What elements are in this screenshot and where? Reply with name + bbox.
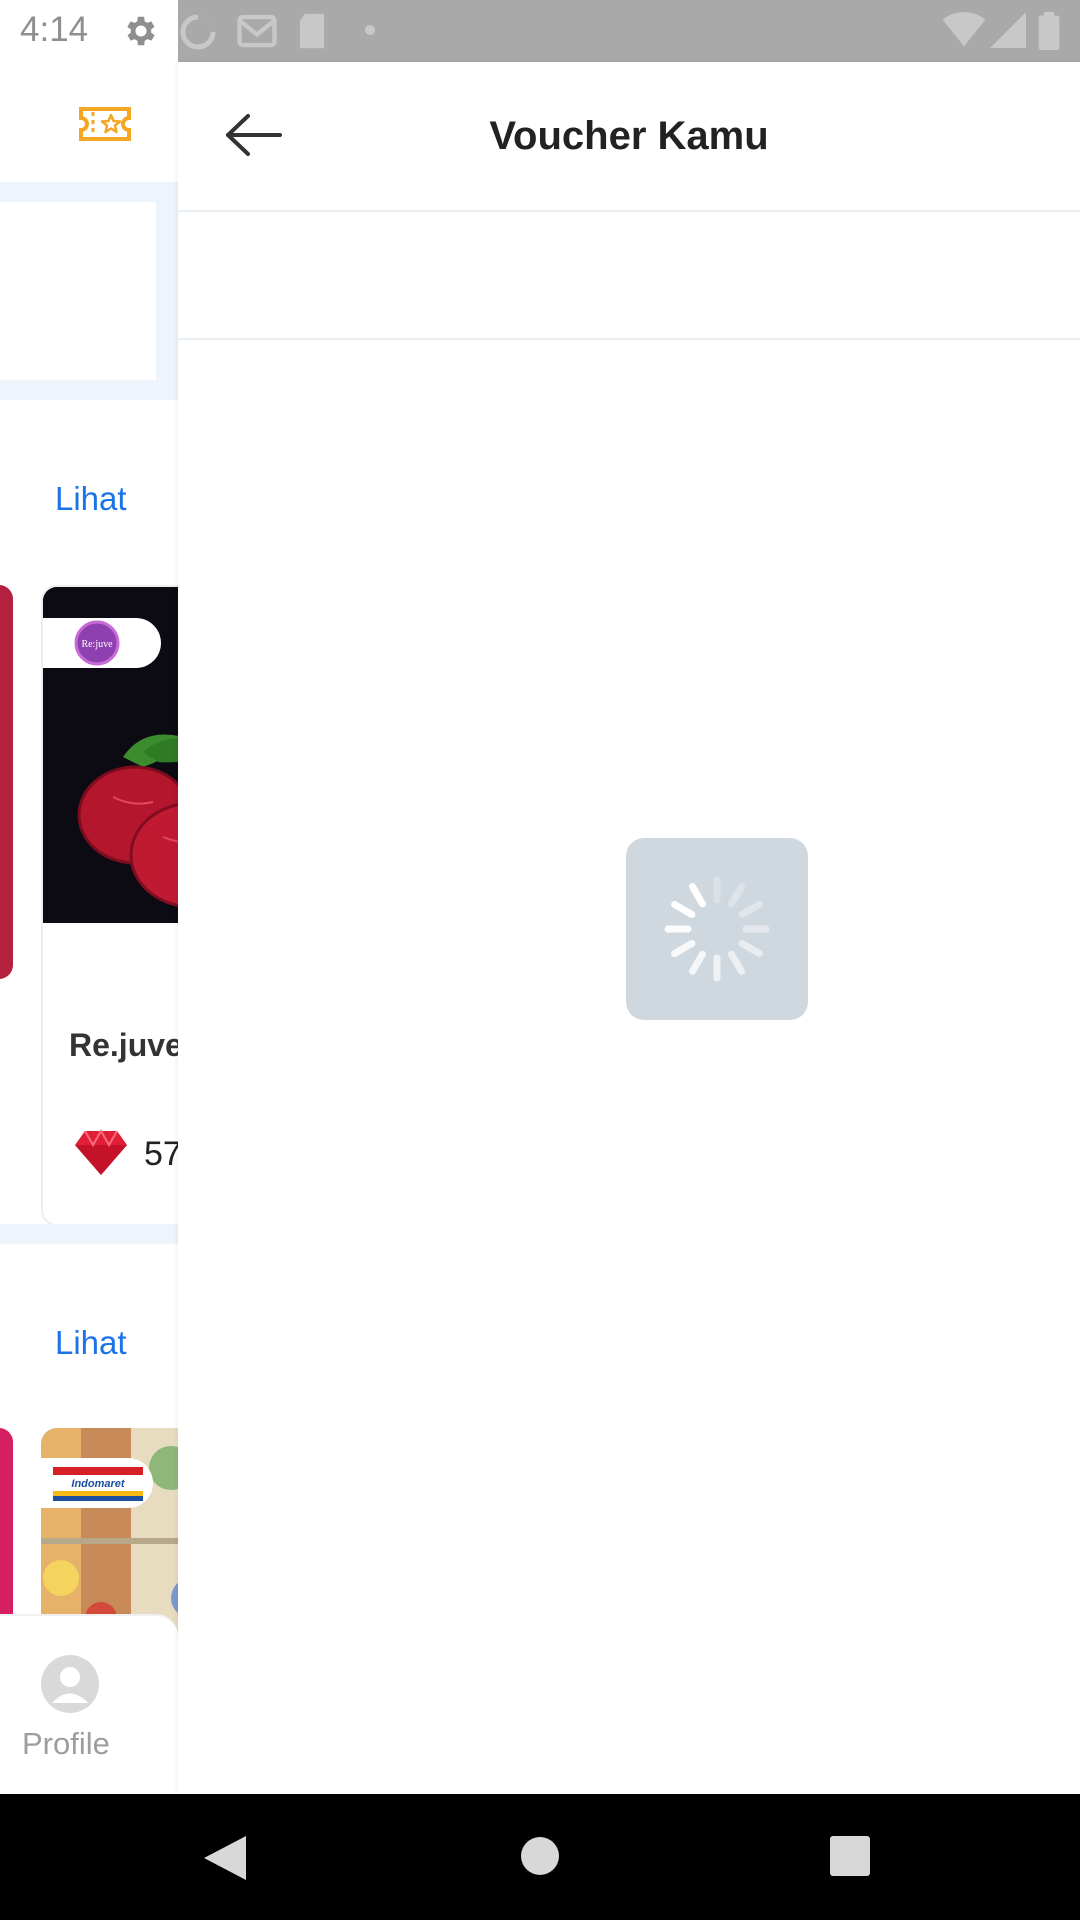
back-triangle-icon[interactable] xyxy=(202,1834,248,1882)
nav-profile-label[interactable]: Profile xyxy=(22,1726,110,1762)
background-page: Lihat Re:juve Re.juve 5 Lihat Indomaret … xyxy=(0,62,178,1794)
sync-icon xyxy=(180,14,216,50)
status-time: 4:14 xyxy=(20,10,89,49)
tab-bar xyxy=(178,212,1080,340)
gmail-icon xyxy=(237,14,277,48)
loading-indicator xyxy=(626,838,808,1020)
section-divider xyxy=(0,1224,178,1244)
brand-badge: Re:juve xyxy=(43,618,161,668)
recents-square-icon[interactable] xyxy=(830,1836,870,1876)
brand-badge: Indomaret xyxy=(41,1458,153,1508)
brand-logo-text: Re:juve xyxy=(81,639,113,650)
home-circle-icon[interactable] xyxy=(520,1836,560,1876)
ruby-icon xyxy=(75,1129,127,1175)
gear-icon xyxy=(127,16,155,46)
card-title: Re.juve xyxy=(69,1027,178,1063)
dot-icon xyxy=(365,25,375,35)
banner-card[interactable] xyxy=(0,202,156,380)
ticket-star-icon[interactable] xyxy=(78,106,132,142)
see-all-link[interactable]: Lihat xyxy=(55,480,127,518)
status-bar: 4:14 xyxy=(0,0,1080,62)
voucher-screen: Voucher Kamu xyxy=(178,62,1080,1794)
bottom-navigation: Profile xyxy=(0,1614,178,1794)
wifi-icon xyxy=(942,12,986,47)
sd-card-icon xyxy=(299,13,325,49)
brand-logo-text: Indomaret xyxy=(71,1478,126,1490)
rejuve-logo: Re:juve xyxy=(74,620,120,666)
page-title: Voucher Kamu xyxy=(489,114,769,158)
spinner-icon xyxy=(664,876,770,982)
previous-card-edge[interactable] xyxy=(0,585,13,979)
app-bar: Voucher Kamu xyxy=(178,62,1080,212)
card-points: 57 xyxy=(144,1135,178,1173)
system-navigation-bar xyxy=(0,1794,1080,1920)
see-all-link[interactable]: Lihat xyxy=(55,1324,127,1362)
signal-icon xyxy=(990,12,1026,48)
indomaret-logo: Indomaret xyxy=(53,1467,143,1501)
banner-section xyxy=(0,182,178,400)
reward-card[interactable]: Re:juve Re.juve 57 xyxy=(41,585,178,1226)
profile-icon[interactable] xyxy=(40,1654,100,1714)
battery-icon xyxy=(1038,12,1060,50)
